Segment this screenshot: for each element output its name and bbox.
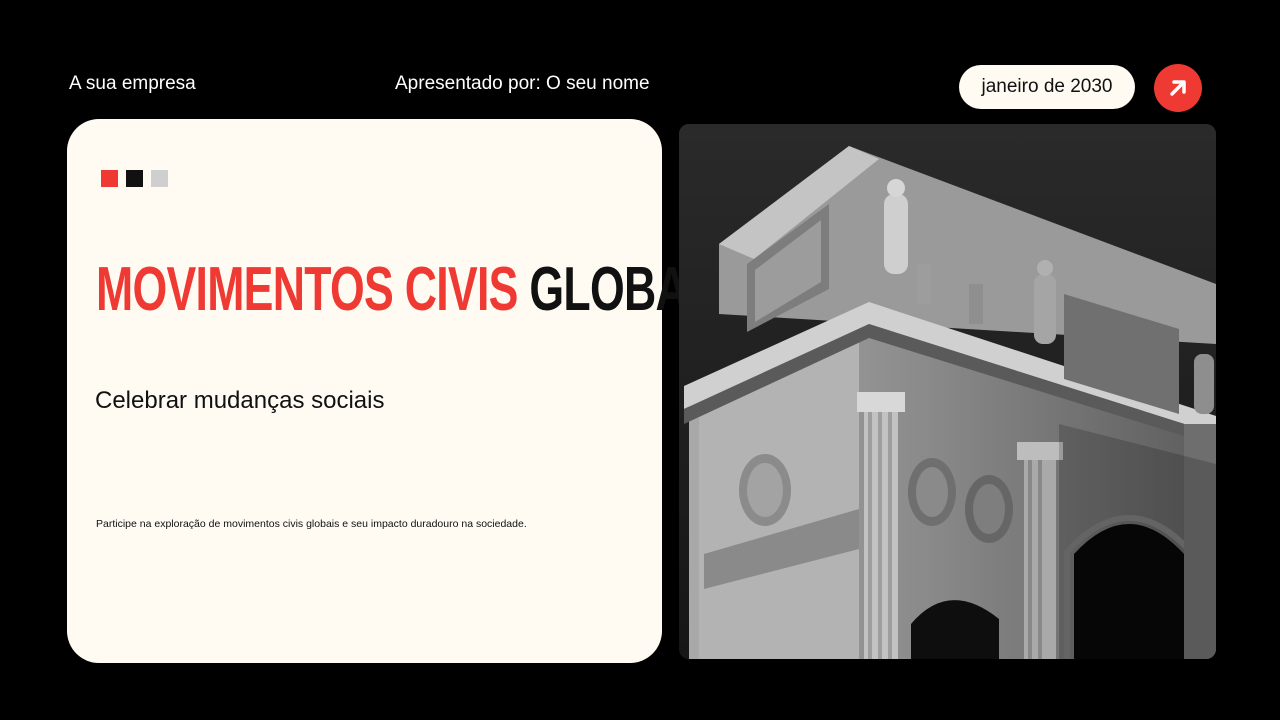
- square-gray: [151, 170, 168, 187]
- page-title: MOVIMENTOS CIVIS GLOBAIS: [96, 257, 728, 323]
- arch-illustration: [679, 124, 1216, 659]
- title-red-part: MOVIMENTOS CIVIS: [96, 255, 518, 324]
- description: Participe na exploração de movimentos ci…: [96, 518, 527, 530]
- arrow-button[interactable]: [1154, 64, 1202, 112]
- company-name: A sua empresa: [69, 73, 196, 94]
- color-squares: [101, 170, 168, 187]
- arrow-up-right-icon: [1170, 80, 1186, 96]
- title-card: MOVIMENTOS CIVIS GLOBAIS Celebrar mudanç…: [67, 119, 728, 663]
- square-red: [101, 170, 118, 187]
- date-badge: janeiro de 2030: [959, 65, 1135, 109]
- square-black: [126, 170, 143, 187]
- arch-photo: [679, 124, 1216, 659]
- presenter-name: Apresentado por: O seu nome: [395, 73, 650, 94]
- subtitle: Celebrar mudanças sociais: [95, 387, 385, 414]
